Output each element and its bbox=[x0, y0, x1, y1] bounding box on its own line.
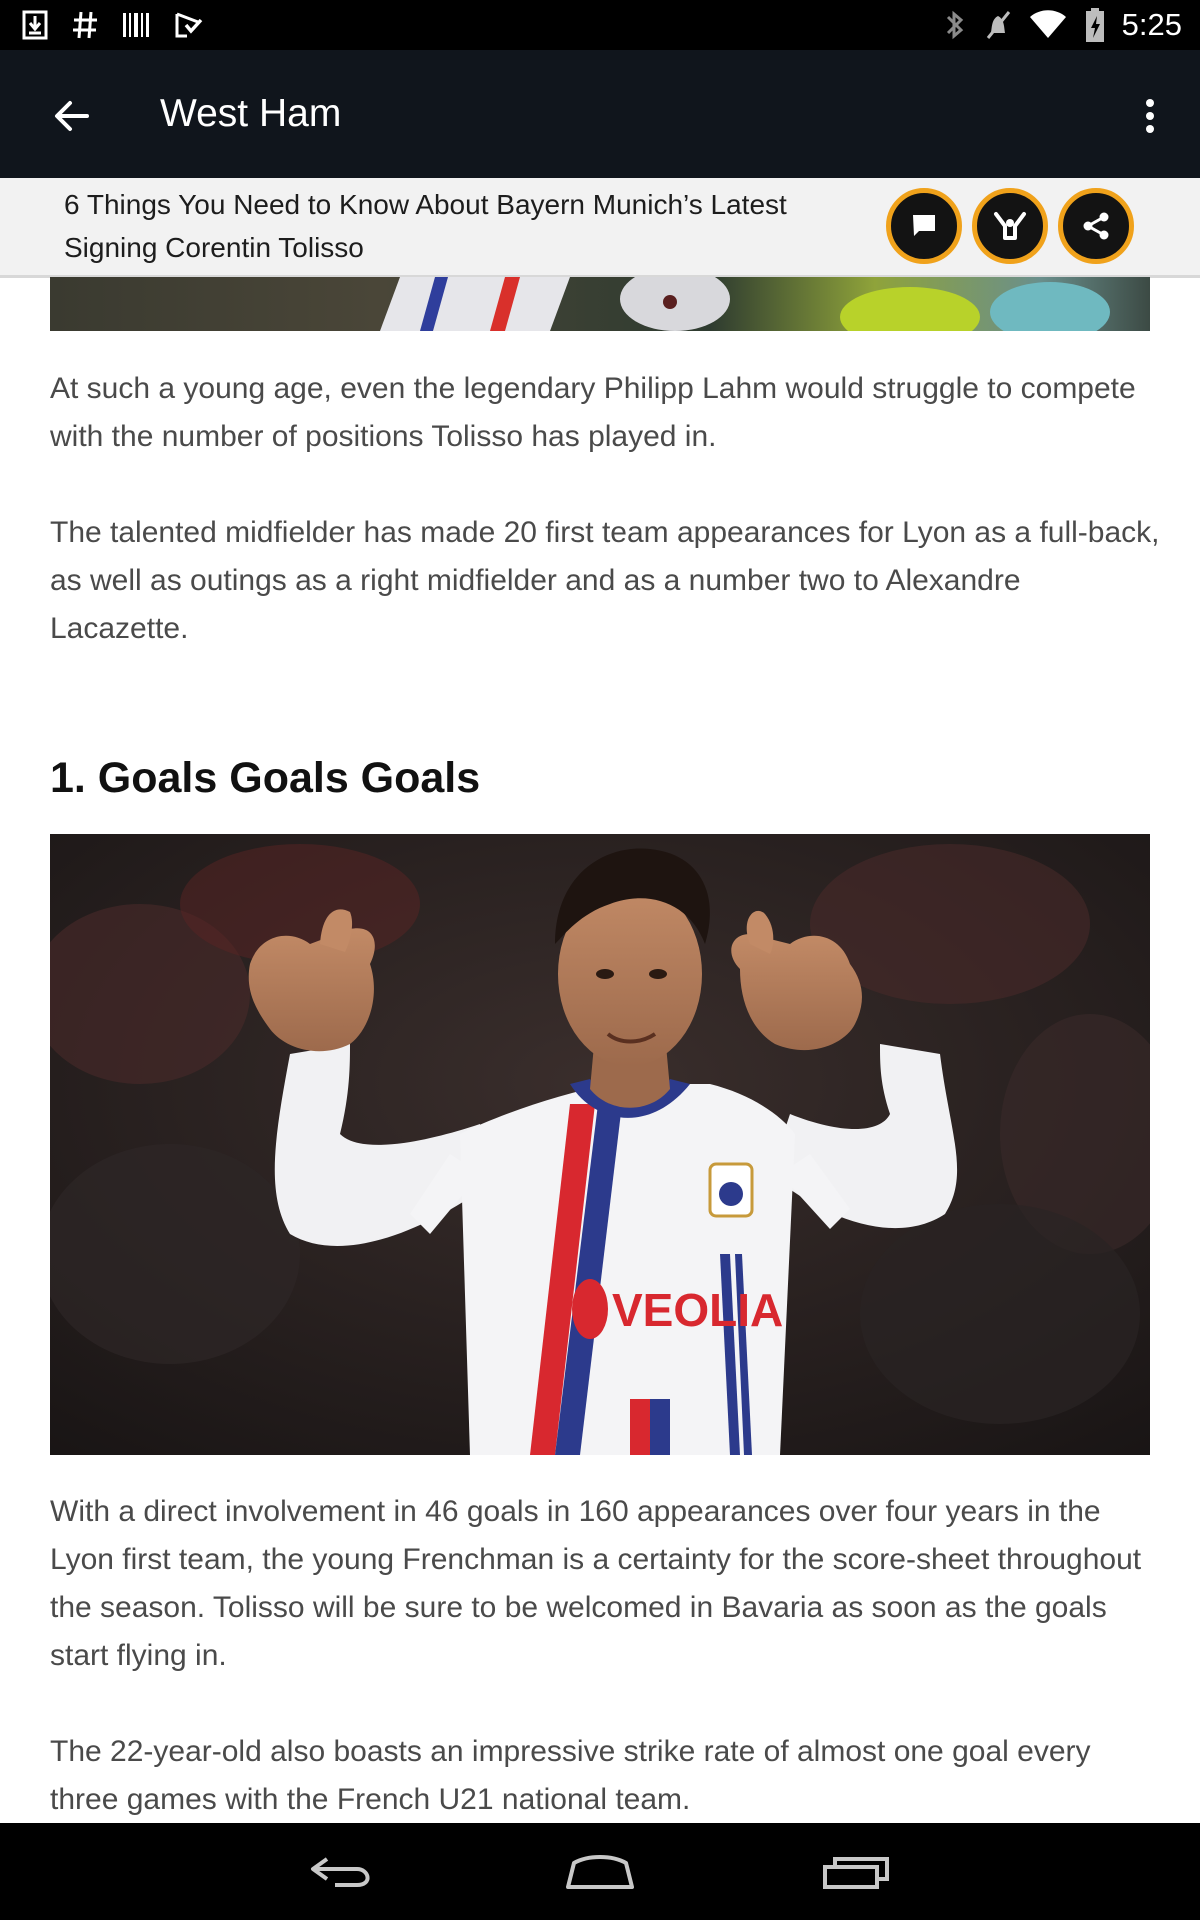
download-icon bbox=[22, 10, 48, 40]
nav-recents-button[interactable] bbox=[802, 1841, 912, 1901]
comment-icon bbox=[913, 215, 935, 236]
system-nav-bar bbox=[0, 1823, 1200, 1920]
photo-shirt-sponsor: VEOLIA bbox=[612, 1284, 783, 1336]
share-icon bbox=[1083, 212, 1109, 240]
article-title: 6 Things You Need to Know About Bayern M… bbox=[64, 189, 787, 263]
article-paragraph: With a direct involvement in 46 goals in… bbox=[50, 1495, 1142, 1672]
cheer-icon bbox=[994, 212, 1026, 240]
section-heading: 1. Goals Goals Goals bbox=[50, 754, 481, 802]
hash-icon bbox=[73, 11, 97, 39]
article-paragraph: At such a young age, even the legendary … bbox=[50, 372, 1136, 453]
app-bar-title: West Ham bbox=[160, 92, 342, 135]
article-paragraph: The talented midfielder has made 20 firs… bbox=[50, 516, 1160, 645]
article-photo: VEOLIA bbox=[50, 834, 1150, 1455]
status-time: 5:25 bbox=[1121, 7, 1182, 42]
status-system-icons: 5:25 bbox=[942, 6, 1182, 44]
back-nav-icon bbox=[311, 1857, 370, 1887]
article-paragraph: The 22-year-old also boasts an impressiv… bbox=[50, 1735, 1091, 1816]
app-bar: West Ham bbox=[0, 50, 1200, 178]
back-button[interactable] bbox=[40, 84, 104, 148]
more-vert-icon bbox=[1146, 99, 1154, 133]
share-button[interactable] bbox=[1058, 188, 1134, 264]
article-header: 6 Things You Need to Know About Bayern M… bbox=[0, 178, 1200, 278]
barcode-icon bbox=[123, 13, 149, 37]
arrow-left-icon bbox=[55, 101, 89, 131]
bluetooth-icon bbox=[946, 10, 963, 40]
battery-charging-icon bbox=[1085, 8, 1104, 42]
status-notification-icons bbox=[22, 8, 204, 42]
overflow-menu-button[interactable] bbox=[1120, 84, 1180, 148]
cheer-button[interactable] bbox=[972, 188, 1048, 264]
play-store-icon bbox=[175, 12, 203, 38]
nav-back-button[interactable] bbox=[288, 1841, 398, 1901]
article-image-partial bbox=[50, 277, 1150, 331]
mute-icon bbox=[986, 11, 1010, 39]
wifi-icon bbox=[1029, 10, 1066, 38]
nav-home-button[interactable] bbox=[545, 1841, 655, 1901]
comment-button[interactable] bbox=[886, 188, 962, 264]
home-nav-icon bbox=[566, 1855, 634, 1889]
recents-nav-icon bbox=[823, 1857, 889, 1889]
status-bar: 5:25 bbox=[0, 0, 1200, 50]
